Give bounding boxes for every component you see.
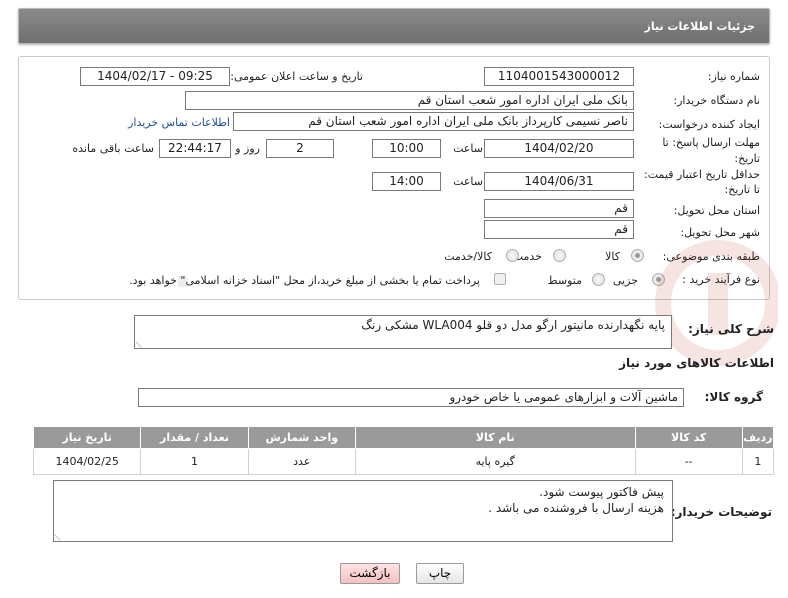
need-number-field[interactable]: 1104001543000012 [484,67,634,86]
buyer-contact-link[interactable]: اطلاعات تماس خریدار [128,116,230,129]
delivery-province-label: استان محل تحویل: [673,204,760,217]
treasury-payment-checkbox[interactable] [494,273,506,285]
price-validity-label: حداقل تاریخ اعتبار قیمت: [644,168,760,181]
category-goods-radio[interactable] [631,249,644,262]
need-number-label: شماره نیاز: [707,70,760,83]
process-medium-radio[interactable] [592,273,605,286]
delivery-city-field[interactable]: قم [484,220,634,239]
days-remaining-field[interactable]: 2 [266,139,334,158]
announce-datetime-field[interactable]: 1404/02/17 - 09:25 [80,67,230,86]
cell-unit: عدد [247,448,356,475]
buyer-notes-line-2: هزینه ارسال با فروشنده می باشد . [488,501,664,515]
cell-row-number: 1 [741,448,775,475]
col-quantity: تعداد / مقدار [140,426,249,449]
goods-group-label: گروه کالا: [704,390,763,404]
notes-resize-handle-icon[interactable] [54,529,66,541]
cell-need-date: 1404/02/25 [32,448,142,475]
page-title: جزئیات اطلاعات نیاز [644,20,756,33]
process-partial-radio[interactable] [652,273,665,286]
price-validity-time-field[interactable]: 14:00 [372,172,441,191]
time-remaining-field[interactable]: 22:44:17 [159,139,231,158]
print-button[interactable]: چاپ [416,563,464,584]
header-panel: جزئیات اطلاعات نیاز [18,8,770,44]
announce-datetime-label: تاریخ و ساعت اعلان عمومی: [230,70,363,83]
process-partial-label: جزیی [612,274,638,287]
reply-deadline-time-label: ساعت [453,142,483,155]
cell-quantity: 1 [140,448,249,475]
description-label: شرح کلی نیاز: [688,322,774,336]
cell-item-code: -- [634,448,743,475]
buyer-org-label: نام دستگاه خریدار: [673,94,760,107]
table-header-row: ردیف کد کالا نام کالا واحد شمارش تعداد /… [32,426,775,449]
items-table: ردیف کد کالا نام کالا واحد شمارش تعداد /… [32,426,775,475]
days-label: روز و [235,142,260,155]
treasury-payment-note: پرداخت تمام یا بخشی از مبلغ خرید،از محل … [129,274,480,287]
delivery-city-label: شهر محل تحویل: [680,226,760,239]
requester-label: ایجاد کننده درخواست: [658,118,760,131]
price-validity-time-label: ساعت [453,175,483,188]
description-text: پایه نگهدارنده مانیتور ارگو مدل دو قلو W… [361,318,665,332]
category-service-radio[interactable] [553,249,566,262]
col-item-name: نام کالا [354,426,636,449]
col-item-code: کد کالا [634,426,743,449]
reply-deadline-label: مهلت ارسال پاسخ: تا [662,136,760,149]
reply-deadline-time-field[interactable]: 10:00 [372,139,441,158]
reply-deadline-label-2: تاریخ: [734,152,760,165]
back-button[interactable]: بازگشت [340,563,400,584]
category-goods-service-radio[interactable] [506,249,519,262]
cell-item-name: گیره پایه [354,448,636,475]
resize-handle-icon[interactable] [135,336,147,348]
reply-deadline-date-field[interactable]: 1404/02/20 [484,139,634,158]
process-type-label: نوع فرآیند خرید : [682,273,760,286]
buyer-org-field[interactable]: بانک ملی ایران اداره امور شعب استان قم [185,91,634,110]
price-validity-date-field[interactable]: 1404/06/31 [484,172,634,191]
description-textarea[interactable]: پایه نگهدارنده مانیتور ارگو مدل دو قلو W… [134,315,672,349]
requester-field[interactable]: ناصر نسیمی کارپرداز بانک ملی ایران اداره… [233,112,634,131]
table-row[interactable]: 1 -- گیره پایه عدد 1 1404/02/25 [32,448,775,475]
col-need-date: تاریخ نیاز [32,426,142,449]
category-goods-label: کالا [605,250,620,263]
col-unit: واحد شمارش [247,426,356,449]
buyer-notes-label: توضیحات خریدار: [670,505,772,519]
category-label: طبقه بندی موضوعی: [662,250,760,263]
buyer-notes-textarea[interactable]: پیش فاکتور پیوست شود. هزینه ارسال با فرو… [53,480,673,542]
goods-group-field[interactable]: ماشین آلات و ابزارهای عمومی یا خاص خودرو [138,388,684,407]
time-remaining-label: ساعت باقی مانده [72,142,154,155]
goods-section-title: اطلاعات کالاهای مورد نیاز [619,356,774,370]
delivery-province-field[interactable]: قم [484,199,634,218]
buyer-notes-line-1: پیش فاکتور پیوست شود. [539,485,664,499]
price-validity-label-2: تا تاریخ: [724,183,760,196]
process-medium-label: متوسط [547,274,582,287]
category-goods-service-label: کالا/خدمت [444,250,492,263]
col-row-number: ردیف [741,426,775,449]
